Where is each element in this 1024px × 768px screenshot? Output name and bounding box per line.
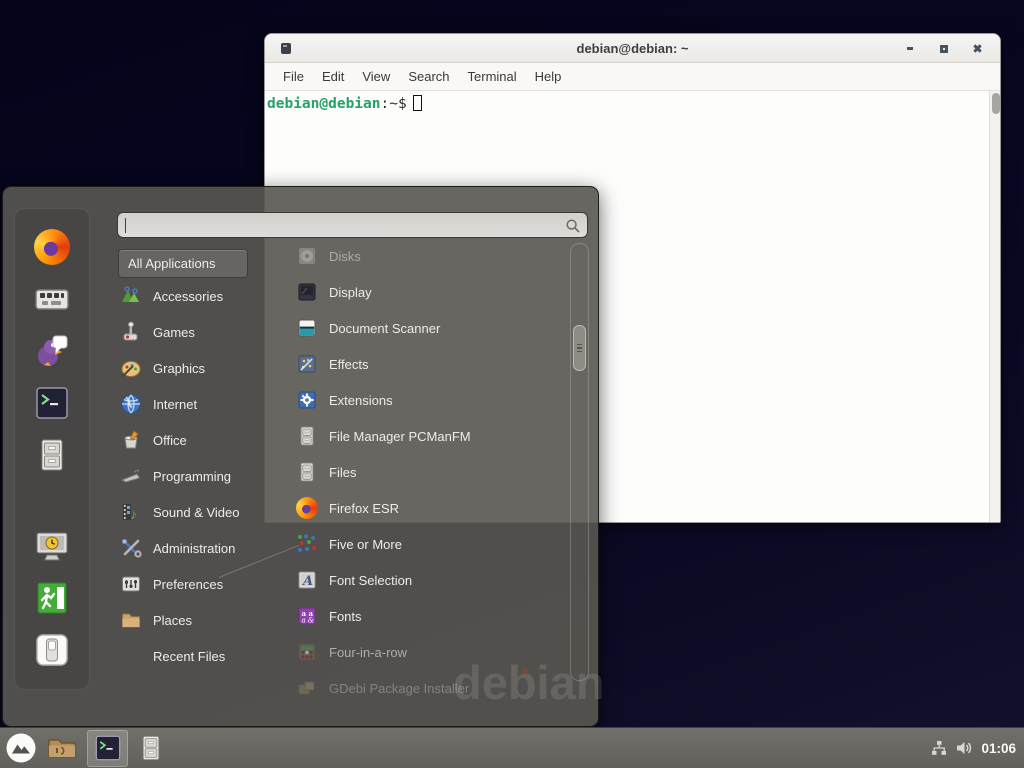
- terminal-title: debian@debian: ~: [577, 41, 689, 56]
- keyboard-favorite-icon[interactable]: [34, 281, 70, 317]
- app-item-file-manager-pcmanfm[interactable]: File Manager PCManFM: [292, 418, 564, 454]
- accessories-icon: [120, 285, 142, 307]
- app-item-display[interactable]: Display: [292, 274, 564, 310]
- administration-icon: [120, 537, 142, 559]
- category-sound-video[interactable]: ♪ Sound & Video: [118, 494, 283, 530]
- five-or-more-icon: [296, 533, 318, 555]
- category-all-applications[interactable]: All Applications: [118, 249, 248, 278]
- four-in-a-row-icon: [296, 641, 318, 663]
- terminal-scrollbar-thumb[interactable]: [992, 93, 1000, 114]
- category-programming[interactable]: Programming: [118, 458, 283, 494]
- category-accessories[interactable]: Accessories: [118, 278, 283, 314]
- terminal-titlebar[interactable]: debian@debian: ~: [265, 34, 1000, 63]
- app-list-scrollbar-thumb[interactable]: [573, 325, 586, 371]
- text-caret: [125, 218, 126, 233]
- places-icon: [120, 609, 142, 631]
- app-item-gdebi-package-installer[interactable]: GDebi Package Installer: [292, 670, 564, 706]
- terminal-cursor: [413, 95, 422, 111]
- lock-screen-button[interactable]: [34, 528, 70, 564]
- app-item-four-in-a-row[interactable]: Four-in-a-row: [292, 634, 564, 670]
- menu-button[interactable]: [5, 732, 37, 764]
- display-icon: [296, 281, 318, 303]
- app-item-five-or-more[interactable]: Five or More: [292, 526, 564, 562]
- firefox-favorite-icon[interactable]: [34, 229, 70, 265]
- terminal-window-icon: [281, 43, 291, 54]
- app-item-disks[interactable]: Disks: [292, 238, 564, 274]
- app-item-firefox-esr[interactable]: Firefox ESR: [292, 490, 564, 526]
- category-list: Accessories Games Graphics Internet Offi…: [118, 278, 283, 674]
- prompt-user-host: debian@debian: [267, 96, 381, 112]
- taskbar: 01:06: [0, 727, 1024, 768]
- prompt-suffix: :~$: [381, 96, 407, 112]
- terminal-favorite-icon[interactable]: [34, 385, 70, 421]
- maximize-button[interactable]: [937, 42, 950, 55]
- menu-search[interactable]: Search: [408, 69, 449, 84]
- file-manager-taskbar-button[interactable]: [137, 734, 165, 762]
- app-list-scrollbar[interactable]: [570, 243, 589, 681]
- desktop: debian@debian: ~ File Edit View Search T…: [0, 0, 1024, 768]
- file-cabinet-favorite-icon[interactable]: [34, 437, 70, 473]
- preferences-icon: [120, 573, 142, 595]
- close-button[interactable]: [971, 42, 984, 55]
- terminal-taskbar-button[interactable]: [87, 730, 128, 767]
- category-office[interactable]: Office: [118, 422, 283, 458]
- taskbar-clock[interactable]: 01:06: [981, 741, 1016, 756]
- pcmanfm-icon: [296, 425, 318, 447]
- document-scanner-icon: [296, 317, 318, 339]
- network-tray-icon[interactable]: [930, 739, 948, 757]
- application-menu: debian: [2, 186, 599, 727]
- category-places[interactable]: Places: [118, 602, 283, 638]
- effects-icon: [296, 353, 318, 375]
- minimize-button[interactable]: [903, 42, 916, 55]
- search-input[interactable]: [117, 212, 588, 238]
- shutdown-button[interactable]: [34, 632, 70, 668]
- logout-button[interactable]: [34, 580, 70, 616]
- terminal-menubar: File Edit View Search Terminal Help: [265, 63, 1000, 91]
- extensions-icon: [296, 389, 318, 411]
- app-item-files[interactable]: Files: [292, 454, 564, 490]
- menu-file[interactable]: File: [283, 69, 304, 84]
- menu-view[interactable]: View: [362, 69, 390, 84]
- category-graphics[interactable]: Graphics: [118, 350, 283, 386]
- font-selection-icon: A: [296, 569, 318, 591]
- sound-video-icon: ♪: [120, 501, 142, 523]
- disks-icon: [296, 245, 318, 267]
- svg-text:a &: a &: [302, 617, 315, 625]
- terminal-scrollbar[interactable]: [989, 91, 1000, 522]
- category-recent-files[interactable]: Recent Files: [118, 638, 283, 674]
- firefox-esr-icon: [296, 497, 318, 519]
- menu-help[interactable]: Help: [535, 69, 562, 84]
- app-item-extensions[interactable]: Extensions: [292, 382, 564, 418]
- menu-edit[interactable]: Edit: [322, 69, 344, 84]
- favorites-sidebar: [14, 208, 90, 690]
- svg-text:A: A: [301, 574, 313, 589]
- programming-icon: [120, 465, 142, 487]
- app-item-font-selection[interactable]: A Font Selection: [292, 562, 564, 598]
- menu-terminal[interactable]: Terminal: [468, 69, 517, 84]
- app-item-fonts[interactable]: a aa & Fonts: [292, 598, 564, 634]
- internet-icon: [120, 393, 142, 415]
- gdebi-icon: [296, 677, 318, 699]
- category-internet[interactable]: Internet: [118, 386, 283, 422]
- svg-text:♪: ♪: [130, 506, 137, 522]
- files-icon: [296, 461, 318, 483]
- office-icon: [120, 429, 142, 451]
- volume-tray-icon[interactable]: [955, 739, 974, 757]
- application-list: Disks Display Document Scanner Effects E…: [292, 238, 564, 706]
- games-icon: [120, 321, 142, 343]
- pidgin-favorite-icon[interactable]: [34, 333, 70, 369]
- category-preferences[interactable]: Preferences: [118, 566, 283, 602]
- app-item-document-scanner[interactable]: Document Scanner: [292, 310, 564, 346]
- category-games[interactable]: Games: [118, 314, 283, 350]
- graphics-icon: [120, 357, 142, 379]
- recent-files-icon-placeholder: [120, 645, 142, 667]
- files-folder-launcher[interactable]: [46, 732, 78, 764]
- fonts-icon: a aa &: [296, 605, 318, 627]
- search-icon: [565, 218, 581, 234]
- app-item-effects[interactable]: Effects: [292, 346, 564, 382]
